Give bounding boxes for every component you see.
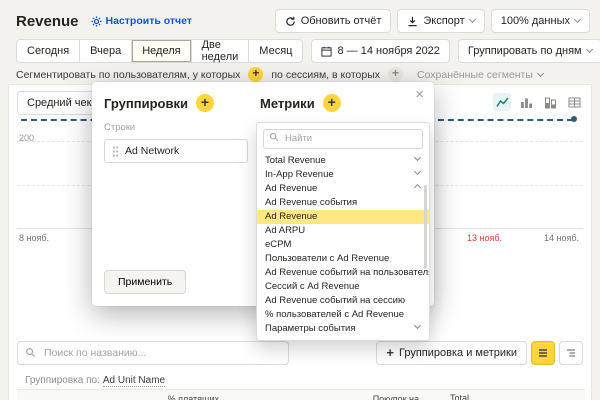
col-total-arpu[interactable]: Total ARPURUB	[423, 389, 473, 400]
appmetrica-revenue-screen: Revenue Настроить отчет Обновить отчёт Э…	[0, 0, 600, 400]
col-rub-1[interactable]: RUB	[223, 389, 289, 400]
metric-option-users-with-ad-revenue[interactable]: Пользователи с Ad Revenue	[257, 252, 429, 266]
col-purchases-sorted[interactable]: Покупки	[117, 389, 161, 400]
gear-icon	[90, 15, 102, 27]
metric-option-ad-revenue-events-per-session[interactable]: Ad Revenue событий на сессию	[257, 294, 429, 308]
col-ad-unit-name[interactable]: Ad Unit Name	[17, 389, 117, 400]
table-toolbar: + Группировка и метрики	[17, 341, 583, 365]
chevron-up-icon	[413, 183, 422, 191]
segment-bar: Сегментировать по пользователям, у котор…	[16, 67, 590, 82]
groupings-panel: Группировки + Строки Ad Network	[104, 94, 248, 163]
add-metric-button[interactable]: +	[322, 94, 341, 112]
refresh-report-button[interactable]: Обновить отчёт	[274, 9, 392, 33]
x-axis-tick: 8 нояб.	[19, 233, 50, 243]
scrollbar-thumb[interactable]	[424, 185, 427, 269]
metric-group-event-params[interactable]: Параметры события	[257, 321, 429, 336]
apply-button[interactable]: Применить	[104, 270, 187, 294]
download-icon	[407, 16, 418, 27]
tree-view-toggle[interactable]	[559, 341, 583, 365]
flat-list-view-toggle[interactable]	[531, 341, 555, 365]
toolbar-right: + Группировка и метрики	[376, 341, 583, 365]
tab-two-weeks[interactable]: Две недели	[191, 39, 250, 63]
metric-option-ad-revenue-events[interactable]: Ad Revenue события	[257, 196, 429, 210]
page-title: Revenue	[16, 12, 79, 30]
segment-sessions-label: по сессиям, в которых	[271, 68, 380, 81]
grouping-caption-link[interactable]: Ad Unit Name	[102, 375, 166, 387]
y-axis-tick: 200	[19, 133, 35, 143]
metrics-search	[263, 128, 423, 149]
metric-option-pct-users-with-ad-revenue[interactable]: % пользователей с Ad Revenue	[257, 308, 429, 322]
period-tabs: Сегодня Вчера Неделя Две недели Месяц	[16, 39, 304, 63]
configure-report-label: Настроить отчет	[105, 15, 192, 27]
metric-group-ad-revenue[interactable]: Ad Revenue	[257, 182, 429, 196]
metric-option-ecpm[interactable]: eCPM	[257, 238, 429, 252]
metric-option-ad-revenue-selected[interactable]: Ad Revenue	[257, 209, 429, 224]
metric-option-ad-revenue-events-per-user[interactable]: Ad Revenue событий на пользователя	[257, 266, 429, 280]
add-user-segment-button[interactable]: +	[248, 67, 264, 82]
grouping-item-ad-network[interactable]: Ad Network	[104, 139, 248, 163]
app-header: Revenue Настроить отчет Обновить отчёт Э…	[16, 9, 590, 33]
metric-option-ad-arpu[interactable]: Ad ARPU	[257, 224, 429, 238]
refresh-icon	[285, 16, 296, 27]
stacked-bar-chart-icon[interactable]	[541, 93, 559, 111]
chevron-down-icon	[413, 153, 422, 161]
header-actions: Обновить отчёт Экспорт 100% данных	[274, 9, 590, 33]
line-chart-icon[interactable]	[493, 93, 511, 111]
sampling-select[interactable]: 100% данных	[490, 9, 590, 33]
tab-week[interactable]: Неделя	[132, 39, 192, 63]
bar-chart-icon[interactable]	[517, 93, 535, 111]
col-purchases-per-user[interactable]: Покупок на пользователя	[363, 389, 423, 400]
col-ecpm[interactable]: eCPM	[547, 389, 585, 400]
metrics-search-input[interactable]	[263, 128, 423, 149]
x-axis-tick-highlighted: 13 нояб.	[467, 233, 503, 243]
configure-report-link[interactable]: Настроить отчет	[90, 15, 192, 27]
col-paying-users-pct[interactable]: % платящих пользователей	[161, 389, 223, 400]
groupings-metrics-modal: × Группировки + Строки Ad Network Примен…	[92, 82, 434, 341]
table-view-icon[interactable]	[565, 93, 583, 111]
groupings-title: Группировки	[104, 95, 188, 111]
tab-today[interactable]: Сегодня	[16, 39, 81, 63]
chevron-down-icon	[413, 167, 422, 175]
search-icon	[25, 347, 36, 358]
tab-yesterday[interactable]: Вчера	[80, 39, 133, 63]
add-grouping-button[interactable]: +	[195, 94, 214, 112]
col-rub-2[interactable]: RUB	[289, 389, 363, 400]
table-search-input[interactable]	[17, 341, 289, 365]
drag-handle-icon	[112, 145, 119, 158]
chevron-down-icon	[573, 15, 582, 24]
series-endpoint-dot	[571, 116, 577, 122]
grouping-caption: Группировка по: Ad Unit Name	[25, 375, 166, 387]
chevron-down-icon	[413, 321, 422, 329]
export-button[interactable]: Экспорт	[397, 9, 485, 33]
search-icon	[269, 132, 279, 142]
chevron-down-icon	[536, 69, 544, 77]
chart-type-switcher	[493, 93, 583, 111]
segment-users-label: Сегментировать по пользователям, у котор…	[16, 68, 241, 81]
x-axis-tick: 14 нояб.	[544, 233, 580, 243]
table-header-row: Ad Unit Name Покупки % платящих пользова…	[17, 389, 585, 400]
metrics-dropdown: Total Revenue In-App Revenue Ad Revenue …	[256, 122, 430, 341]
date-range-button[interactable]: 8 — 14 ноября 2022	[311, 39, 450, 63]
groupings-subtitle: Строки	[104, 122, 136, 133]
chevron-down-icon	[585, 45, 593, 54]
plus-icon: +	[386, 344, 395, 360]
table-search	[17, 341, 289, 365]
group-by-select[interactable]: Группировать по дням	[457, 39, 600, 63]
tab-month[interactable]: Месяц	[249, 39, 304, 63]
add-grouping-metrics-button[interactable]: + Группировка и метрики	[376, 341, 527, 365]
metric-group-total-revenue[interactable]: Total Revenue	[257, 153, 429, 168]
report-table: Ad Unit Name Покупки % платящих пользова…	[17, 389, 585, 400]
chevron-down-icon	[468, 15, 476, 24]
metric-group-inapp-revenue[interactable]: In-App Revenue	[257, 167, 429, 182]
calendar-icon	[321, 46, 333, 57]
period-bar: Сегодня Вчера Неделя Две недели Месяц 8 …	[16, 39, 600, 63]
add-session-segment-button[interactable]: +	[388, 67, 403, 82]
col-total-revenue[interactable]: Total RevenueRUB	[473, 389, 547, 400]
metrics-title: Метрики	[260, 95, 315, 111]
metric-option-sessions-with-ad-revenue[interactable]: Сессий с Ad Revenue	[257, 280, 429, 294]
saved-segments-select[interactable]: Сохранённые сегменты	[417, 69, 544, 81]
